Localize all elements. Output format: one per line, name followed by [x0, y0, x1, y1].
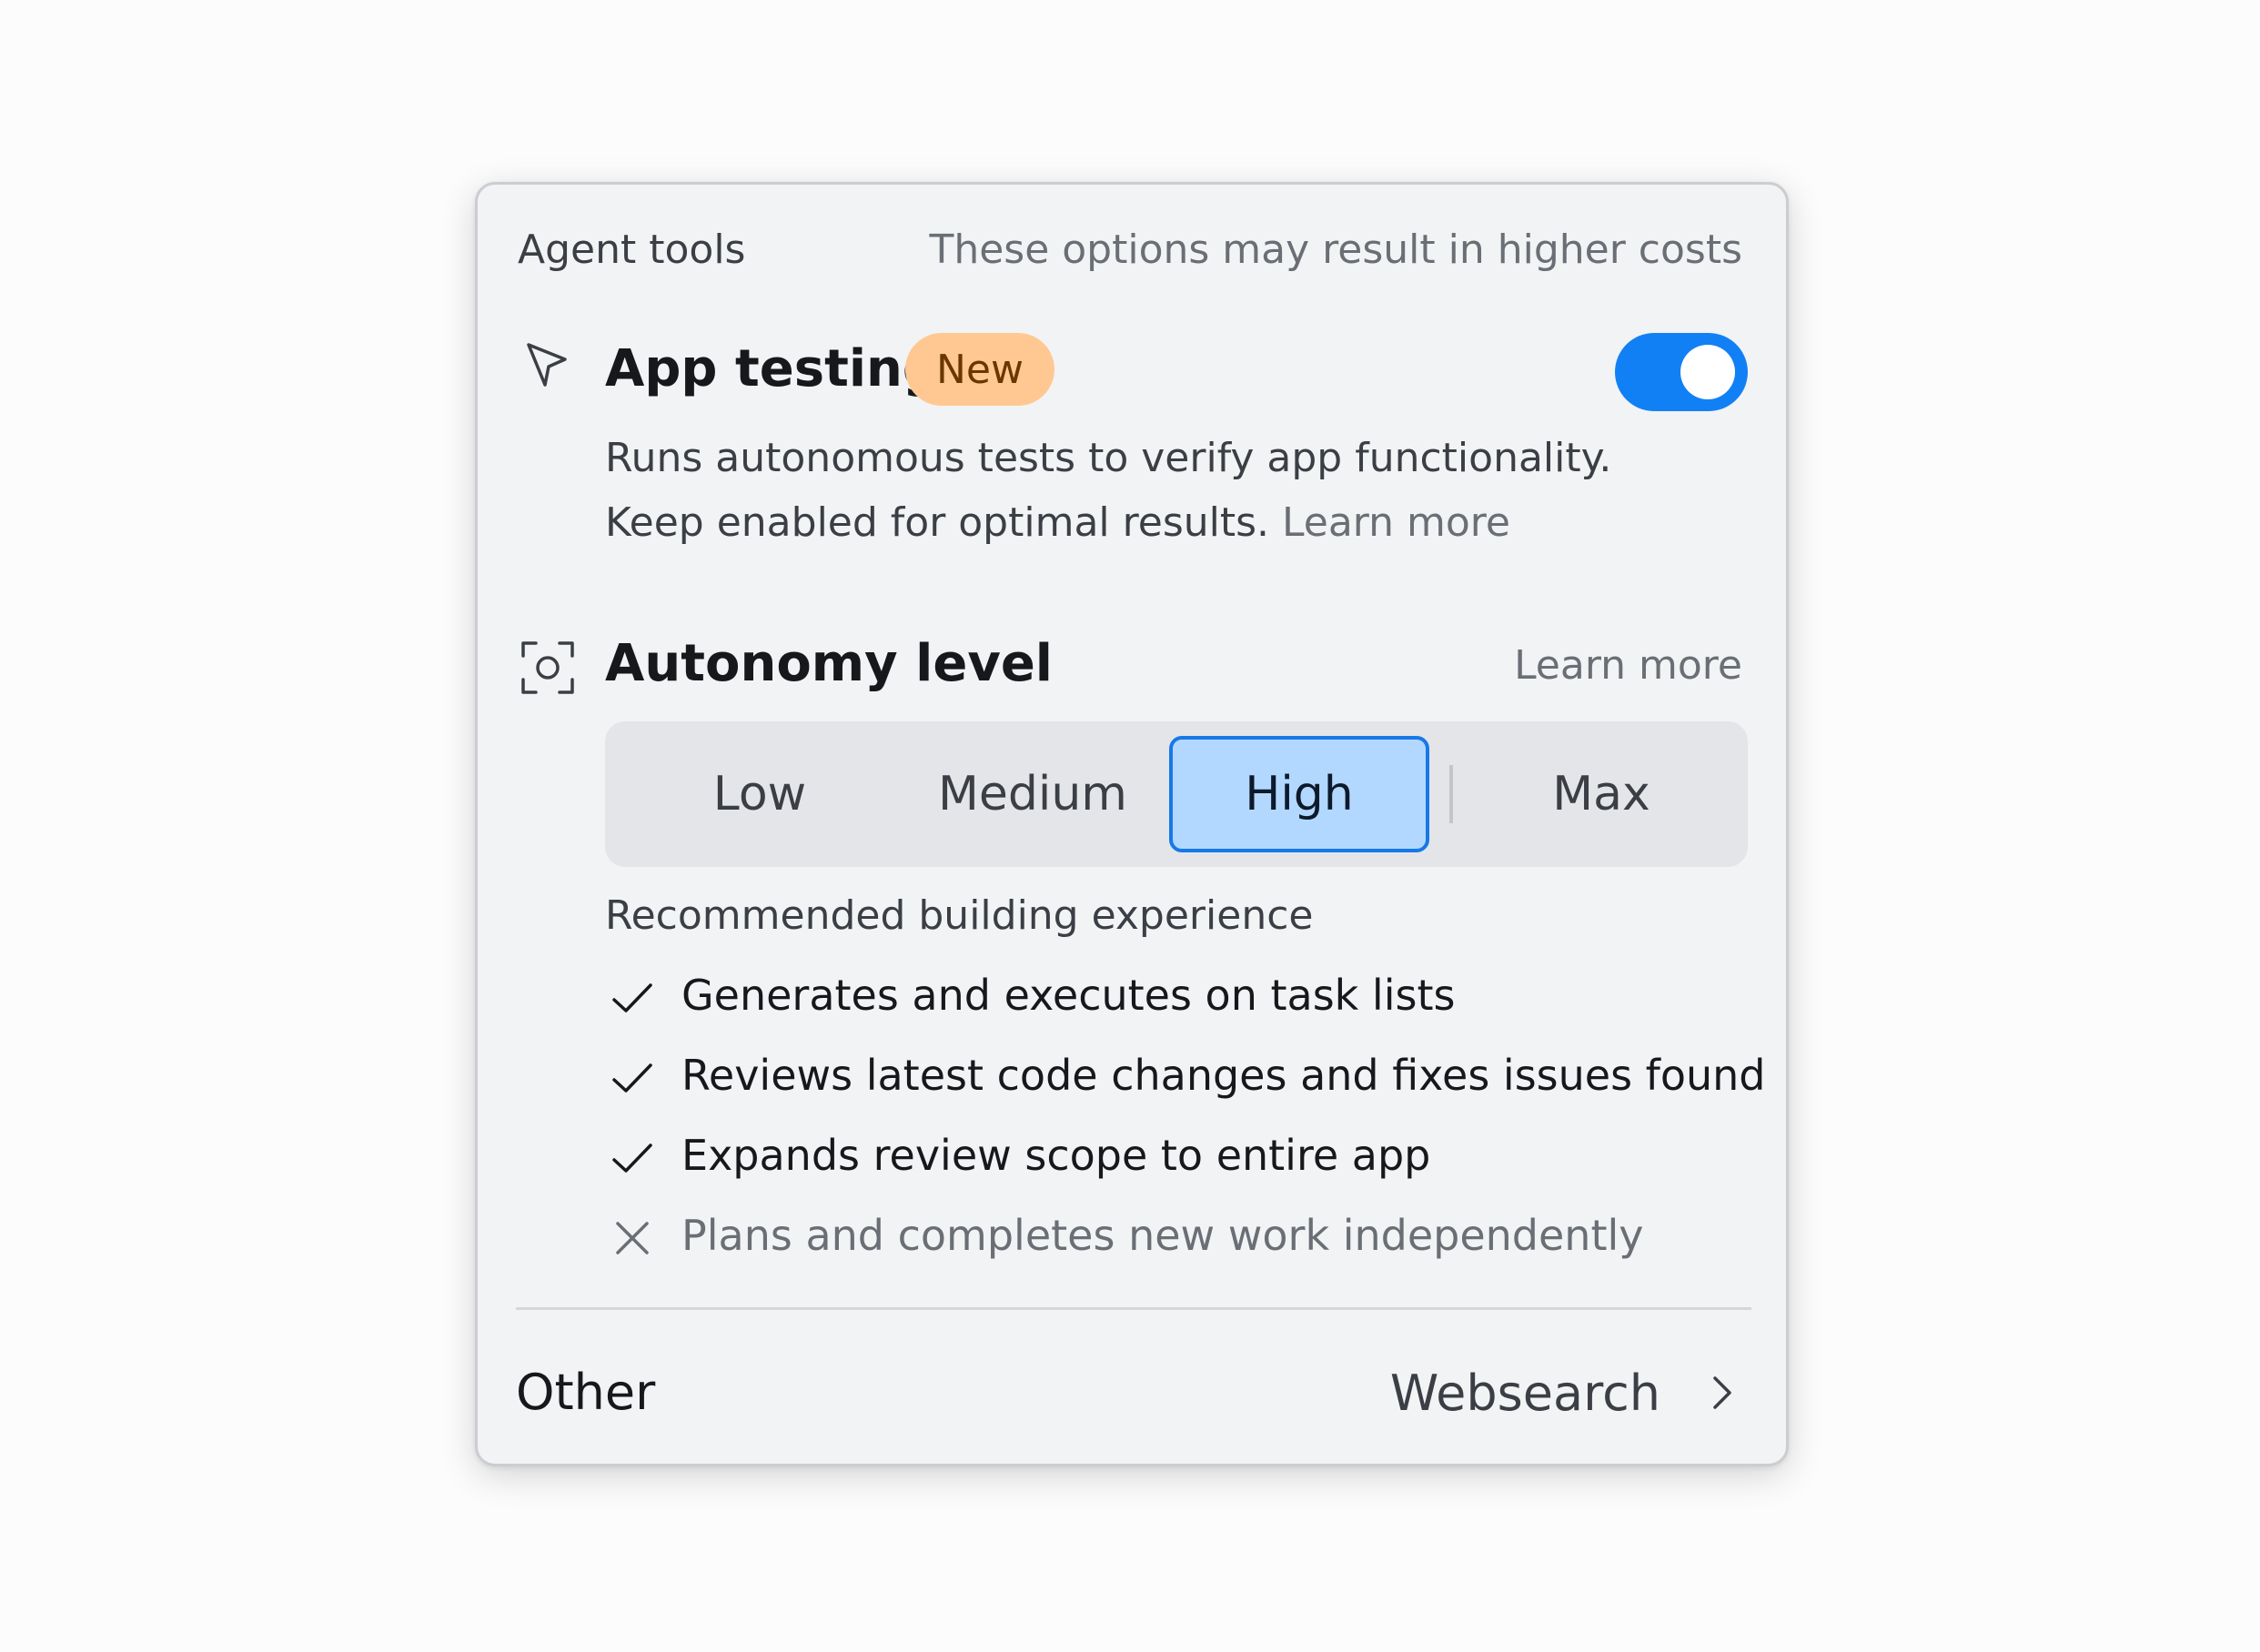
toggle-knob [1680, 345, 1735, 399]
feature-list-item: Plans and completes new work independent… [610, 1211, 1702, 1265]
chevron-right-icon [1713, 1376, 1731, 1409]
autonomy-option-medium[interactable]: Medium [896, 736, 1169, 852]
section-divider [516, 1307, 1751, 1310]
cursor-pointer-icon [527, 343, 567, 387]
x-mark-icon [616, 1222, 649, 1254]
cost-warning-note: These options may result in higher costs [929, 227, 1742, 273]
new-badge: New [905, 333, 1054, 406]
autonomy-option-high[interactable]: High [1169, 736, 1429, 852]
feature-text: Expands review scope to entire app [681, 1131, 1431, 1180]
autonomy-learn-more-link[interactable]: Learn more [1514, 642, 1742, 689]
feature-list-item: Generates and executes on task lists [610, 971, 1702, 1025]
feature-list-item: Reviews latest code changes and fixes is… [610, 1051, 1766, 1105]
autonomy-level-title: Autonomy level [605, 634, 1053, 693]
feature-text: Generates and executes on task lists [681, 971, 1456, 1020]
autonomy-level-selector: Low Medium High Max [605, 721, 1748, 867]
autonomy-option-max[interactable]: Max [1469, 736, 1733, 852]
recommended-experience-title: Recommended building experience [605, 892, 1314, 939]
feature-text: Reviews latest code changes and fixes is… [681, 1051, 1766, 1100]
app-testing-learn-more-link[interactable]: Learn more [1282, 499, 1510, 546]
app-testing-description-line2: Keep enabled for optimal results. Learn … [605, 499, 1510, 546]
app-testing-description-line1: Runs autonomous tests to verify app func… [605, 435, 1612, 481]
app-testing-description-text: Keep enabled for optimal results. [605, 499, 1270, 546]
panel-title: Agent tools [518, 227, 746, 273]
app-testing-toggle[interactable] [1615, 333, 1748, 411]
feature-text: Plans and completes new work independent… [681, 1211, 1644, 1260]
focus-scope-icon [521, 641, 574, 694]
check-icon [612, 983, 652, 1012]
segment-divider [1449, 765, 1453, 823]
autonomy-option-low[interactable]: Low [623, 736, 896, 852]
websearch-link[interactable]: Websearch [1390, 1356, 1740, 1429]
check-icon [612, 1063, 652, 1093]
app-testing-title: App testing [605, 339, 940, 398]
check-icon [612, 1143, 652, 1173]
feature-list-item: Expands review scope to entire app [610, 1131, 1702, 1185]
websearch-label: Websearch [1389, 1364, 1660, 1422]
other-label: Other [516, 1364, 656, 1421]
agent-tools-panel: Agent tools These options may result in … [475, 182, 1789, 1466]
